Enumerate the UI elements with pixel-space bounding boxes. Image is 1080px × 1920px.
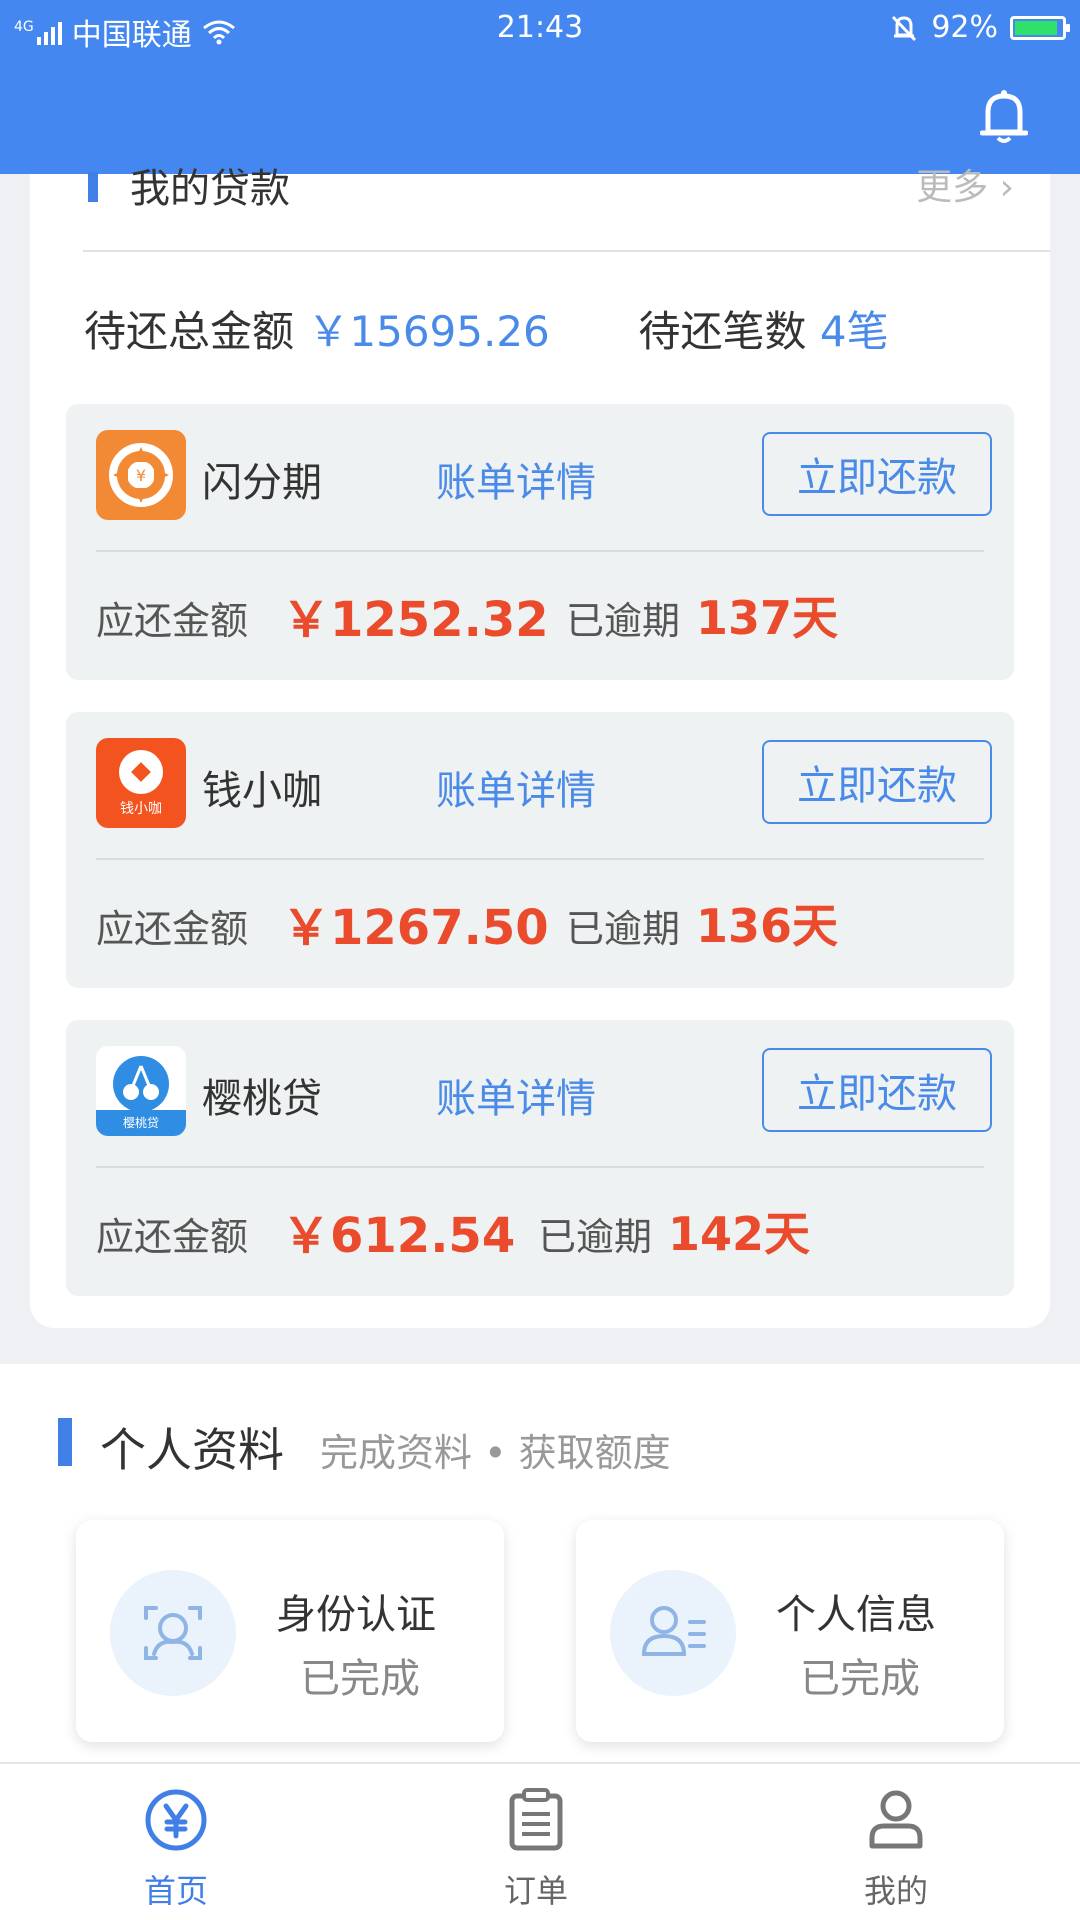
amount-value: ￥1252.32 — [282, 592, 549, 648]
bell-icon[interactable] — [980, 88, 1028, 146]
divider — [83, 250, 1050, 252]
loan-item: 樱桃贷 樱桃贷 账单详情 立即还款 应还金额 ￥612.54 已逾期 142天 — [66, 1020, 1014, 1296]
loan-name: 樱桃贷 — [202, 1076, 322, 1122]
section-title: 个人资料 — [100, 1423, 284, 1477]
card-status: 已完成 — [300, 1656, 420, 1702]
section-title: 我的贷款 — [130, 166, 290, 212]
personal-info-section: 个人资料 完成资料 • 获取额度 身份认证 已完成 个人信息 已完成 — [0, 1364, 1080, 1762]
card-status: 已完成 — [800, 1656, 920, 1702]
amount-label: 应还金额 — [96, 599, 249, 643]
personal-info-card[interactable]: 个人信息 已完成 — [576, 1520, 1004, 1742]
status-bar: 4G 中国联通 21:43 92% — [0, 0, 1080, 58]
tab-label: 订单 — [503, 1872, 568, 1910]
overdue-label: 已逾期 — [566, 599, 681, 643]
logo-caption: 钱小咖 — [120, 801, 162, 817]
alarm-off-icon — [892, 15, 917, 41]
battery-percent: 92% — [931, 10, 998, 45]
yen-circle-icon — [145, 1789, 207, 1851]
amount-label: 应还金额 — [96, 907, 249, 951]
repay-now-button[interactable]: 立即还款 — [762, 1048, 992, 1132]
overdue-days: 136天 — [696, 899, 839, 953]
repay-now-button[interactable]: 立即还款 — [762, 432, 992, 516]
person-icon — [869, 1790, 923, 1849]
bill-detail-link[interactable]: 账单详情 — [436, 450, 596, 508]
section-accent — [58, 1418, 72, 1466]
bottom-tab-bar: 首页 订单 我的 — [0, 1762, 1080, 1920]
amount-value: ￥612.54 — [282, 1208, 516, 1264]
yingtaodai-logo-icon: 樱桃贷 — [96, 1046, 186, 1136]
identity-verification-card[interactable]: 身份认证 已完成 — [76, 1520, 504, 1742]
overdue-days: 137天 — [696, 591, 839, 645]
tab-orders[interactable]: 订单 — [436, 1782, 636, 1912]
battery-icon — [1010, 15, 1070, 40]
divider — [96, 550, 984, 552]
card-title: 身份认证 — [276, 1592, 436, 1638]
user-info-icon — [610, 1570, 736, 1696]
loan-summary: 待还总金额 ￥15695.26 待还笔数 4笔 — [84, 298, 889, 359]
my-loans-card: 我的贷款 更多 › 待还总金额 ￥15695.26 待还笔数 4笔 ¥ 闪分期 … — [30, 166, 1050, 1328]
loan-item: 钱小咖 钱小咖 账单详情 立即还款 应还金额 ￥1267.50 已逾期 136天 — [66, 712, 1014, 988]
loan-name: 钱小咖 — [202, 768, 322, 814]
tab-label: 首页 — [143, 1872, 208, 1910]
bill-detail-link[interactable]: 账单详情 — [436, 1066, 596, 1124]
bill-detail-link[interactable]: 账单详情 — [436, 758, 596, 816]
more-label: 更多 — [916, 167, 989, 208]
loan-name: 闪分期 — [202, 460, 322, 506]
shanfenqi-logo-icon: ¥ — [96, 430, 186, 520]
divider — [96, 1166, 984, 1168]
amount-label: 应还金额 — [96, 1215, 249, 1259]
amount-value: ￥1267.50 — [282, 900, 549, 956]
section-accent — [88, 172, 98, 202]
total-label: 待还总金额 — [84, 307, 295, 356]
tab-mine[interactable]: 我的 — [796, 1782, 996, 1912]
card-title: 个人信息 — [776, 1592, 936, 1638]
chevron-right-icon: › — [999, 167, 1014, 208]
qianxiaoka-logo-icon: 钱小咖 — [96, 738, 186, 828]
total-value: ￥15695.26 — [307, 307, 550, 356]
tab-label: 我的 — [863, 1872, 928, 1910]
svg-text:¥: ¥ — [136, 466, 146, 485]
section-subtitle: 完成资料 • 获取额度 — [320, 1431, 671, 1475]
tab-home[interactable]: 首页 — [76, 1782, 276, 1912]
loan-item: ¥ 闪分期 账单详情 立即还款 应还金额 ￥1252.32 已逾期 137天 — [66, 404, 1014, 680]
overdue-label: 已逾期 — [538, 1215, 653, 1259]
count-label: 待还笔数 — [638, 307, 807, 356]
clipboard-icon — [509, 1788, 563, 1851]
more-link[interactable]: 更多 › — [916, 158, 1014, 210]
face-id-icon — [110, 1570, 236, 1696]
count-value: 4笔 — [819, 307, 889, 356]
overdue-days: 142天 — [668, 1207, 811, 1261]
overdue-label: 已逾期 — [566, 907, 681, 951]
logo-caption: 樱桃贷 — [122, 1116, 159, 1130]
repay-now-button[interactable]: 立即还款 — [762, 740, 992, 824]
divider — [96, 858, 984, 860]
